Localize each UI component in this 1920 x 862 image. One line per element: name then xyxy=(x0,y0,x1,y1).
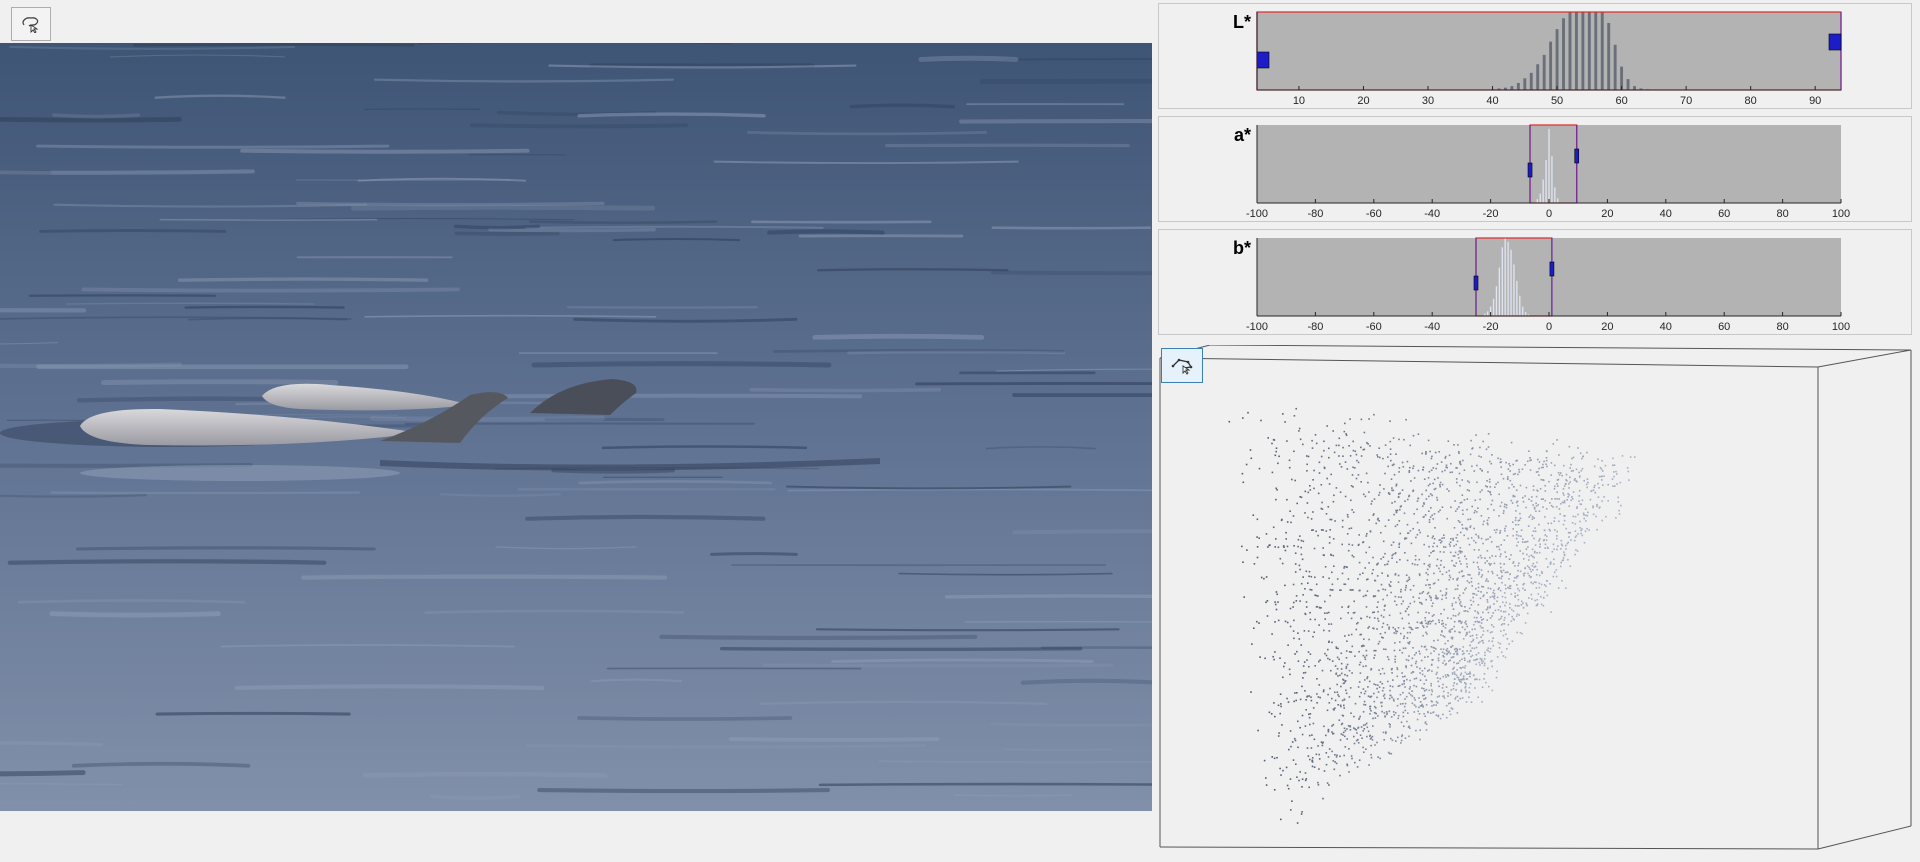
tick-label: -20 xyxy=(1483,321,1499,333)
tick-label: 70 xyxy=(1680,95,1692,107)
histogram-bar xyxy=(1542,54,1546,90)
histogram-bar xyxy=(1498,267,1501,316)
tick-label: 0 xyxy=(1546,321,1552,333)
histogram-bar xyxy=(1568,12,1572,90)
histogram-bar xyxy=(1607,22,1611,91)
tick-label: -20 xyxy=(1483,208,1499,220)
histogram-bar xyxy=(1495,286,1498,316)
range-max-handle[interactable] xyxy=(1549,261,1555,277)
b-channel-histogram: b* -100 -80 -60 -40 -20 0 20 40 60 80 100 xyxy=(1158,229,1912,335)
histogram-plot-area xyxy=(1257,238,1841,316)
tick-label: -80 xyxy=(1307,208,1323,220)
histogram-bar xyxy=(1504,238,1506,316)
histogram-bar xyxy=(1551,156,1553,203)
tick-label: -60 xyxy=(1366,321,1382,333)
histogram-plot-area xyxy=(1257,12,1841,90)
histogram-bar xyxy=(1549,41,1553,90)
source-image xyxy=(0,43,1152,811)
tick-label: 60 xyxy=(1718,321,1730,333)
polygon-lasso-button[interactable] xyxy=(1161,348,1203,383)
histogram-bar xyxy=(1600,12,1604,90)
tick-label: 0 xyxy=(1546,208,1552,220)
histogram-bar xyxy=(1516,82,1520,90)
histogram-bar xyxy=(1587,12,1591,90)
tick-label: 20 xyxy=(1601,321,1613,333)
histogram-bar xyxy=(1548,128,1550,203)
histogram-bar xyxy=(1519,295,1521,316)
histogram-bar xyxy=(1539,193,1541,203)
tick-label: 80 xyxy=(1776,208,1788,220)
l-channel-histogram: L* 10 20 30 40 50 60 70 80 90 xyxy=(1158,3,1912,109)
histogram-bar xyxy=(1513,264,1515,316)
tick-label: 90 xyxy=(1809,95,1821,107)
tick-label: 50 xyxy=(1551,95,1563,107)
tick-label: 60 xyxy=(1718,208,1730,220)
freehand-lasso-button[interactable] xyxy=(11,7,51,41)
tick-label: -40 xyxy=(1424,208,1440,220)
tick-label: -40 xyxy=(1424,321,1440,333)
channel-label: L* xyxy=(1233,12,1251,32)
histogram-bar xyxy=(1507,241,1509,316)
color-point-cloud[interactable] xyxy=(1158,344,1915,853)
histogram-bar xyxy=(1542,179,1544,203)
histogram-bar xyxy=(1529,72,1533,90)
tick-label: 100 xyxy=(1832,321,1850,333)
channel-label: b* xyxy=(1233,238,1251,258)
tick-label: -100 xyxy=(1246,321,1268,333)
histogram-bar xyxy=(1562,18,1565,91)
tick-label: -100 xyxy=(1246,208,1268,220)
histogram-bar xyxy=(1522,306,1524,316)
tick-label: 40 xyxy=(1660,321,1672,333)
tick-label: 80 xyxy=(1745,95,1757,107)
histogram-bar xyxy=(1613,44,1617,90)
histogram-bar xyxy=(1510,249,1512,316)
tick-label: -80 xyxy=(1307,321,1323,333)
histogram-bar xyxy=(1516,280,1518,316)
histogram-bar xyxy=(1581,12,1585,90)
tick-label: 40 xyxy=(1660,208,1672,220)
tick-label: 100 xyxy=(1832,208,1850,220)
tick-label: 10 xyxy=(1293,95,1305,107)
polygon-lasso-icon xyxy=(1171,358,1193,375)
histogram-bar xyxy=(1487,311,1489,316)
histogram-bar xyxy=(1594,12,1598,90)
range-min-handle[interactable] xyxy=(1473,275,1479,291)
histogram-bar xyxy=(1555,29,1559,90)
histogram-bar xyxy=(1557,198,1559,203)
tick-label: 20 xyxy=(1357,95,1369,107)
freehand-lasso-icon xyxy=(22,17,39,33)
tick-label: 20 xyxy=(1601,208,1613,220)
channel-label: a* xyxy=(1234,125,1251,145)
tick-label: 30 xyxy=(1422,95,1434,107)
tick-label: 80 xyxy=(1776,321,1788,333)
histogram-bar xyxy=(1626,79,1630,90)
tick-label: 60 xyxy=(1615,95,1627,107)
range-min-handle[interactable] xyxy=(1256,51,1270,69)
histogram-bar xyxy=(1523,78,1527,90)
histogram-bar xyxy=(1574,12,1578,90)
histogram-bar xyxy=(1554,187,1556,203)
range-min-handle[interactable] xyxy=(1527,162,1533,178)
histogram-bar xyxy=(1492,298,1495,316)
histogram-bar xyxy=(1501,247,1503,316)
tick-label: -60 xyxy=(1366,208,1382,220)
histogram-bar xyxy=(1545,160,1547,203)
a-channel-histogram: a* -100 -80 -60 -40 -20 0 20 40 60 80 100 xyxy=(1158,116,1912,222)
tick-label: 40 xyxy=(1486,95,1498,107)
range-max-handle[interactable] xyxy=(1828,33,1842,51)
histogram-bar xyxy=(1536,64,1540,90)
range-max-handle[interactable] xyxy=(1574,148,1580,164)
